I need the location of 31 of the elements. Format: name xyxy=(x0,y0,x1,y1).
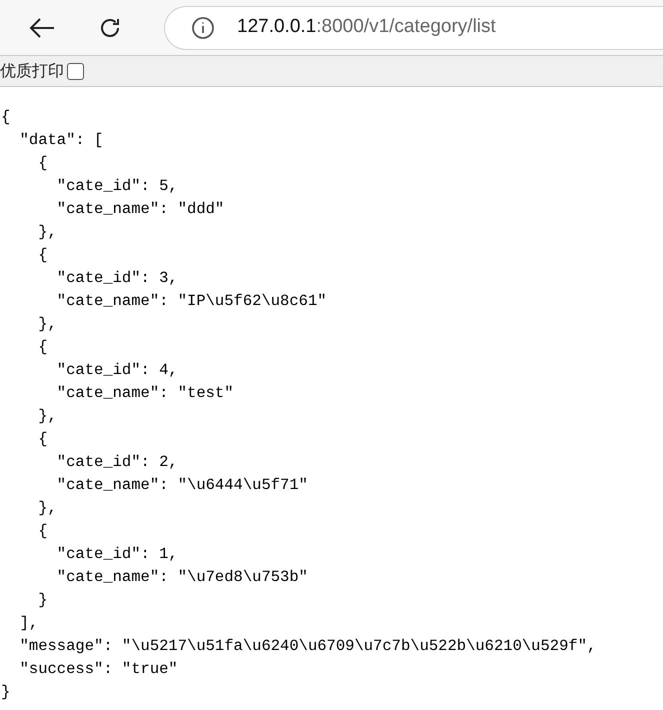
json-line: "cate_id": 3, xyxy=(56,268,178,289)
print-label: 优质打印 xyxy=(0,60,64,82)
address-bar[interactable]: 127.0.0.1:8000/v1/category/list xyxy=(164,6,663,50)
json-line: { xyxy=(37,521,48,542)
json-line: "cate_name": "\u6444\u5f71" xyxy=(56,475,308,496)
json-line: "cate_id": 2, xyxy=(56,452,178,473)
json-line: } xyxy=(1,682,10,703)
json-line: }, xyxy=(37,222,57,243)
json-line: "cate_name": "test" xyxy=(56,383,234,404)
json-line: ], xyxy=(18,613,38,634)
json-line: "cate_name": "IP\u5f62\u8c61" xyxy=(56,291,327,312)
json-line: "success": "true" xyxy=(18,659,178,680)
url-text: 127.0.0.1:8000/v1/category/list xyxy=(237,15,496,40)
json-line: { xyxy=(37,429,48,450)
json-line: "cate_name": "ddd" xyxy=(56,199,224,220)
json-line: "cate_id": 5, xyxy=(56,176,178,197)
json-line: } xyxy=(37,590,48,611)
json-line: { xyxy=(37,153,48,174)
json-line: "cate_id": 4, xyxy=(56,360,178,381)
json-line: { xyxy=(37,245,48,266)
json-line: }, xyxy=(37,314,57,335)
json-line: { xyxy=(37,337,48,358)
json-line: }, xyxy=(37,406,57,427)
json-line: "cate_name": "\u7ed8\u753b" xyxy=(56,567,308,588)
json-line: { xyxy=(1,107,10,128)
json-line: "cate_id": 1, xyxy=(56,544,178,565)
json-line: "message": "\u5217\u51fa\u6240\u6709\u7c7b\u522b\u6210\u529f", xyxy=(18,636,596,657)
print-checkbox[interactable] xyxy=(67,62,84,80)
json-line: }, xyxy=(37,498,57,519)
info-icon[interactable] xyxy=(191,16,215,40)
json-line: "data": [ xyxy=(18,130,104,151)
